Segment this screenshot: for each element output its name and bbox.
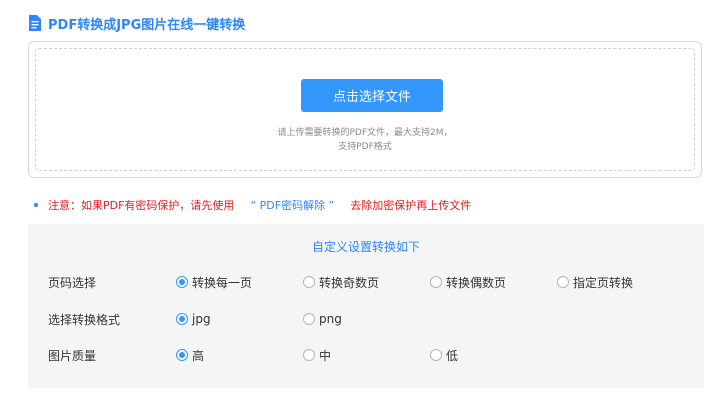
upload-hint-size: 请上传需要转换的PDF文件，最大支持2M， [277,128,453,138]
option-odd-pages[interactable]: 转换奇数页 [303,274,379,291]
bullet-dot-icon [34,203,38,207]
page-header: PDF转换成JPG图片在线一键转换 [28,13,245,33]
radio-unchecked-icon[interactable] [303,313,315,325]
radio-checked-icon[interactable] [176,276,188,288]
option-jpg[interactable]: jpg [176,312,211,326]
radio-unchecked-icon[interactable] [430,349,442,361]
option-quality-high[interactable]: 高 [176,347,204,364]
radio-checked-icon[interactable] [176,349,188,361]
page-selection-label: 页码选择 [48,275,97,290]
option-label: 转换偶数页 [446,275,507,290]
notice-suffix: 去除加密保护再上传文件 [350,199,472,212]
quality-row: 图片质量 高 中 低 [28,346,704,364]
option-label: 转换每一页 [192,275,253,290]
option-quality-low[interactable]: 低 [430,347,458,364]
option-specified-pages[interactable]: 指定页转换 [557,274,633,291]
option-label: 低 [446,348,459,363]
document-icon [28,15,42,31]
option-label: 指定页转换 [573,275,634,290]
pdf-unlock-link[interactable]: “ PDF密码解除 ” [250,197,334,213]
option-every-page[interactable]: 转换每一页 [176,274,252,291]
format-label: 选择转换格式 [48,312,121,327]
format-row: 选择转换格式 jpg png [28,310,704,328]
radio-unchecked-icon[interactable] [303,276,315,288]
radio-unchecked-icon[interactable] [303,349,315,361]
option-png[interactable]: png [303,312,342,326]
option-label: 转换奇数页 [319,275,380,290]
notice-prefix: 注意：如果PDF有密码保护，请先使用 [48,199,235,212]
option-quality-medium[interactable]: 中 [303,347,331,364]
settings-panel: 自定义设置转换如下 页码选择 转换每一页 转换奇数页 转换偶数页 指定页转换 选… [28,224,704,388]
select-file-button[interactable]: 点击选择文件 [301,79,443,112]
option-label: 高 [192,348,205,363]
page-selection-row: 页码选择 转换每一页 转换奇数页 转换偶数页 指定页转换 [28,273,704,291]
password-notice: 注意：如果PDF有密码保护，请先使用 “ PDF密码解除 ” 去除加密保护再上传… [34,197,471,213]
upload-hint-format: 支持PDF格式 [338,142,392,152]
option-even-pages[interactable]: 转换偶数页 [430,274,506,291]
page-title: PDF转换成JPG图片在线一键转换 [48,17,246,33]
option-label: jpg [192,312,211,326]
upload-dropzone[interactable]: 点击选择文件 请上传需要转换的PDF文件，最大支持2M， 支持PDF格式 [35,48,695,171]
upload-area[interactable]: 点击选择文件 请上传需要转换的PDF文件，最大支持2M， 支持PDF格式 [28,41,702,178]
radio-unchecked-icon[interactable] [557,276,569,288]
option-label: 中 [319,348,332,363]
radio-checked-icon[interactable] [176,313,188,325]
radio-unchecked-icon[interactable] [430,276,442,288]
quality-label: 图片质量 [48,348,97,363]
settings-title: 自定义设置转换如下 [311,240,420,254]
option-label: png [319,312,342,326]
